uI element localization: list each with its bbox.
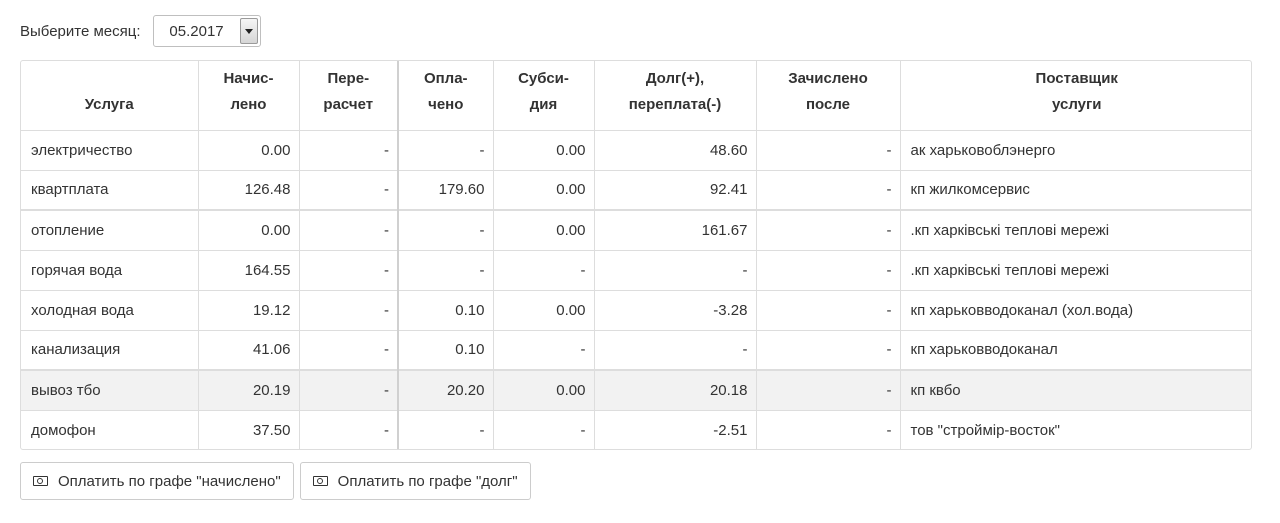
debt-cell: 20.18 — [593, 369, 757, 411]
header-paid: Опла-чено — [397, 61, 494, 131]
month-select[interactable]: 05.2017 — [152, 15, 261, 47]
debt-cell: -2.51 — [593, 409, 757, 449]
accrued-cell: 0.00 — [197, 209, 300, 251]
subsidy-cell: 0.00 — [492, 289, 595, 331]
service-cell: канализация — [21, 329, 199, 371]
debt-cell: 48.60 — [593, 129, 757, 171]
table-row: горячая вода 164.55 - - - - - .кп харків… — [21, 249, 1251, 291]
paid-cell: - — [397, 209, 494, 251]
subsidy-cell: - — [492, 409, 595, 449]
pay-debt-label: Оплатить по графе "долг" — [337, 472, 518, 490]
table-row: холодная вода 19.12 - 0.10 0.00 -3.28 - … — [21, 289, 1251, 331]
paid-cell: 179.60 — [397, 169, 494, 211]
header-credited-after: Зачислено после — [755, 61, 901, 131]
payment-buttons: Оплатить по графе "начислено" Оплатить п… — [20, 462, 531, 500]
recalculation-cell: - — [298, 329, 399, 371]
recalculation-cell: - — [298, 289, 399, 331]
accrued-cell: 41.06 — [197, 329, 300, 371]
chevron-down-icon[interactable] — [239, 18, 258, 44]
paid-cell: - — [397, 249, 494, 291]
credited-after-cell: - — [755, 369, 901, 411]
accrued-cell: 19.12 — [197, 289, 300, 331]
service-cell: отопление — [21, 209, 199, 251]
month-value[interactable]: 05.2017 — [154, 16, 240, 46]
charges-table-container: Услуга Начис-лено Пере-расчет Опла-чено … — [20, 60, 1252, 450]
header-service: Услуга — [21, 61, 199, 131]
accrued-cell: 37.50 — [197, 409, 300, 449]
service-cell: вывоз тбо — [21, 369, 199, 411]
accrued-cell: 126.48 — [197, 169, 300, 211]
table-row: отопление 0.00 - - 0.00 161.67 - .кп хар… — [21, 209, 1251, 251]
header-subsidy: Субси-дия — [492, 61, 595, 131]
paid-cell: 0.10 — [397, 289, 494, 331]
provider-cell: кп харьковводоканал (хол.вода) — [899, 289, 1251, 331]
subsidy-cell: 0.00 — [492, 209, 595, 251]
recalculation-cell: - — [298, 369, 399, 411]
header-provider: Поставщик услуги — [899, 61, 1251, 131]
month-label: Выберите месяц: — [20, 22, 141, 40]
debt-cell: 161.67 — [593, 209, 757, 251]
service-cell: электричество — [21, 129, 199, 171]
debt-cell: - — [593, 249, 757, 291]
provider-cell: ак харьковоблэнерго — [899, 129, 1251, 171]
paid-cell: 20.20 — [397, 369, 494, 411]
service-cell: квартплата — [21, 169, 199, 211]
pay-debt-button[interactable]: Оплатить по графе "долг" — [299, 462, 531, 500]
provider-cell: .кп харківські теплові мережі — [899, 209, 1251, 251]
paid-cell: - — [397, 409, 494, 449]
credited-after-cell: - — [755, 329, 901, 371]
subsidy-cell: 0.00 — [492, 369, 595, 411]
table-row: канализация 41.06 - 0.10 - - - кп харько… — [21, 329, 1251, 371]
money-icon — [312, 476, 328, 486]
table-row: вывоз тбо 20.19 - 20.20 0.00 20.18 - кп … — [21, 369, 1251, 411]
debt-cell: -3.28 — [593, 289, 757, 331]
accrued-cell: 0.00 — [197, 129, 300, 171]
header-debt: Долг(+), переплата(-) — [593, 61, 757, 131]
recalculation-cell: - — [298, 249, 399, 291]
table-row: квартплата 126.48 - 179.60 0.00 92.41 - … — [21, 169, 1251, 211]
service-cell: холодная вода — [21, 289, 199, 331]
recalculation-cell: - — [298, 169, 399, 211]
recalculation-cell: - — [298, 129, 399, 171]
subsidy-cell: 0.00 — [492, 169, 595, 211]
credited-after-cell: - — [755, 129, 901, 171]
debt-cell: 92.41 — [593, 169, 757, 211]
provider-cell: тов "строймір-восток" — [899, 409, 1251, 449]
credited-after-cell: - — [755, 209, 901, 251]
credited-after-cell: - — [755, 289, 901, 331]
header-recalculation: Пере-расчет — [298, 61, 399, 131]
credited-after-cell: - — [755, 249, 901, 291]
accrued-cell: 20.19 — [197, 369, 300, 411]
accrued-cell: 164.55 — [197, 249, 300, 291]
pay-accrued-button[interactable]: Оплатить по графе "начислено" — [20, 462, 294, 500]
provider-cell: кп квбо — [899, 369, 1251, 411]
service-cell: горячая вода — [21, 249, 199, 291]
credited-after-cell: - — [755, 169, 901, 211]
charges-table: Услуга Начис-лено Пере-расчет Опла-чено … — [21, 61, 1251, 449]
header-accrued: Начис-лено — [197, 61, 300, 131]
subsidy-cell: - — [492, 249, 595, 291]
money-icon — [33, 476, 48, 486]
provider-cell: кп харьковводоканал — [899, 329, 1251, 371]
provider-cell: .кп харківські теплові мережі — [899, 249, 1251, 291]
table-row: домофон 37.50 - - - -2.51 - тов "строймі… — [21, 409, 1251, 449]
month-selector-row: Выберите месяц: 05.2017 — [20, 14, 261, 48]
subsidy-cell: - — [492, 329, 595, 371]
recalculation-cell: - — [298, 409, 399, 449]
table-header-row: Услуга Начис-лено Пере-расчет Опла-чено … — [21, 61, 1251, 131]
pay-accrued-label: Оплатить по графе "начислено" — [58, 472, 281, 490]
paid-cell: 0.10 — [397, 329, 494, 371]
recalculation-cell: - — [298, 209, 399, 251]
paid-cell: - — [397, 129, 494, 171]
table-row: электричество 0.00 - - 0.00 48.60 - ак х… — [21, 129, 1251, 171]
subsidy-cell: 0.00 — [492, 129, 595, 171]
credited-after-cell: - — [755, 409, 901, 449]
provider-cell: кп жилкомсервис — [899, 169, 1251, 211]
service-cell: домофон — [21, 409, 199, 449]
debt-cell: - — [593, 329, 757, 371]
